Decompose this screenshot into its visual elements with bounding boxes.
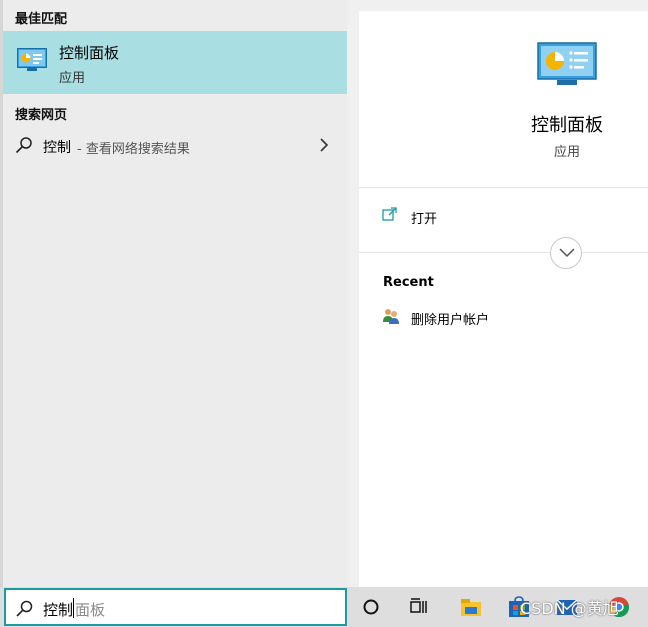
open-label: 打开 <box>411 212 438 227</box>
users-icon <box>383 309 399 324</box>
search-typed-text: 控制 <box>43 601 74 619</box>
text-caret <box>73 598 74 618</box>
recent-header: Recent <box>383 275 434 290</box>
detail-subtitle: 应用 <box>553 145 580 160</box>
file-explorer-icon <box>461 599 481 616</box>
detail-title: 控制面板 <box>531 115 603 136</box>
task-view-button[interactable] <box>399 587 439 627</box>
best-match-control-panel[interactable]: 控制面板 应用 <box>3 31 347 94</box>
task-view-icon <box>410 598 427 613</box>
open-icon <box>382 207 397 221</box>
search-completion-text: 面板 <box>75 601 106 619</box>
cortana-button[interactable] <box>351 587 391 627</box>
web-search-query: 控制 <box>43 140 71 156</box>
chevron-down-icon <box>559 248 575 258</box>
chevron-right-icon[interactable] <box>317 137 331 153</box>
file-explorer-button[interactable] <box>450 587 490 627</box>
recent-item-label: 删除用户帐户 <box>411 313 490 328</box>
web-search-item[interactable]: 控制 - 查看网络搜索结果 <box>3 128 347 162</box>
search-input[interactable]: 控制 面板 <box>4 588 347 626</box>
open-action[interactable]: 打开 <box>359 201 648 231</box>
search-icon <box>15 137 32 154</box>
divider <box>359 187 648 188</box>
taskbar: 控制 面板 CSDN @黄旭 <box>0 587 648 627</box>
recent-item[interactable]: 删除用户帐户 <box>359 304 648 330</box>
divider <box>359 252 648 253</box>
web-search-header: 搜索网页 <box>15 108 68 123</box>
cortana-icon <box>363 599 379 615</box>
best-match-header: 最佳匹配 <box>15 12 68 27</box>
control-panel-icon <box>17 48 47 71</box>
watermark-text: CSDN @黄旭 <box>520 599 619 618</box>
expand-button[interactable] <box>550 237 582 269</box>
detail-pane: 控制面板 应用 打开 Recent 删除用户帐户 <box>359 11 648 587</box>
best-match-subtitle: 应用 <box>59 71 86 86</box>
results-pane: 最佳匹配 控制面板 应用 搜索网页 控制 - 查看网络搜索结果 <box>0 0 347 587</box>
best-match-title: 控制面板 <box>59 44 120 62</box>
control-panel-large-icon <box>537 42 597 85</box>
web-search-hint: - 查看网络搜索结果 <box>77 142 190 157</box>
search-icon <box>16 600 33 617</box>
